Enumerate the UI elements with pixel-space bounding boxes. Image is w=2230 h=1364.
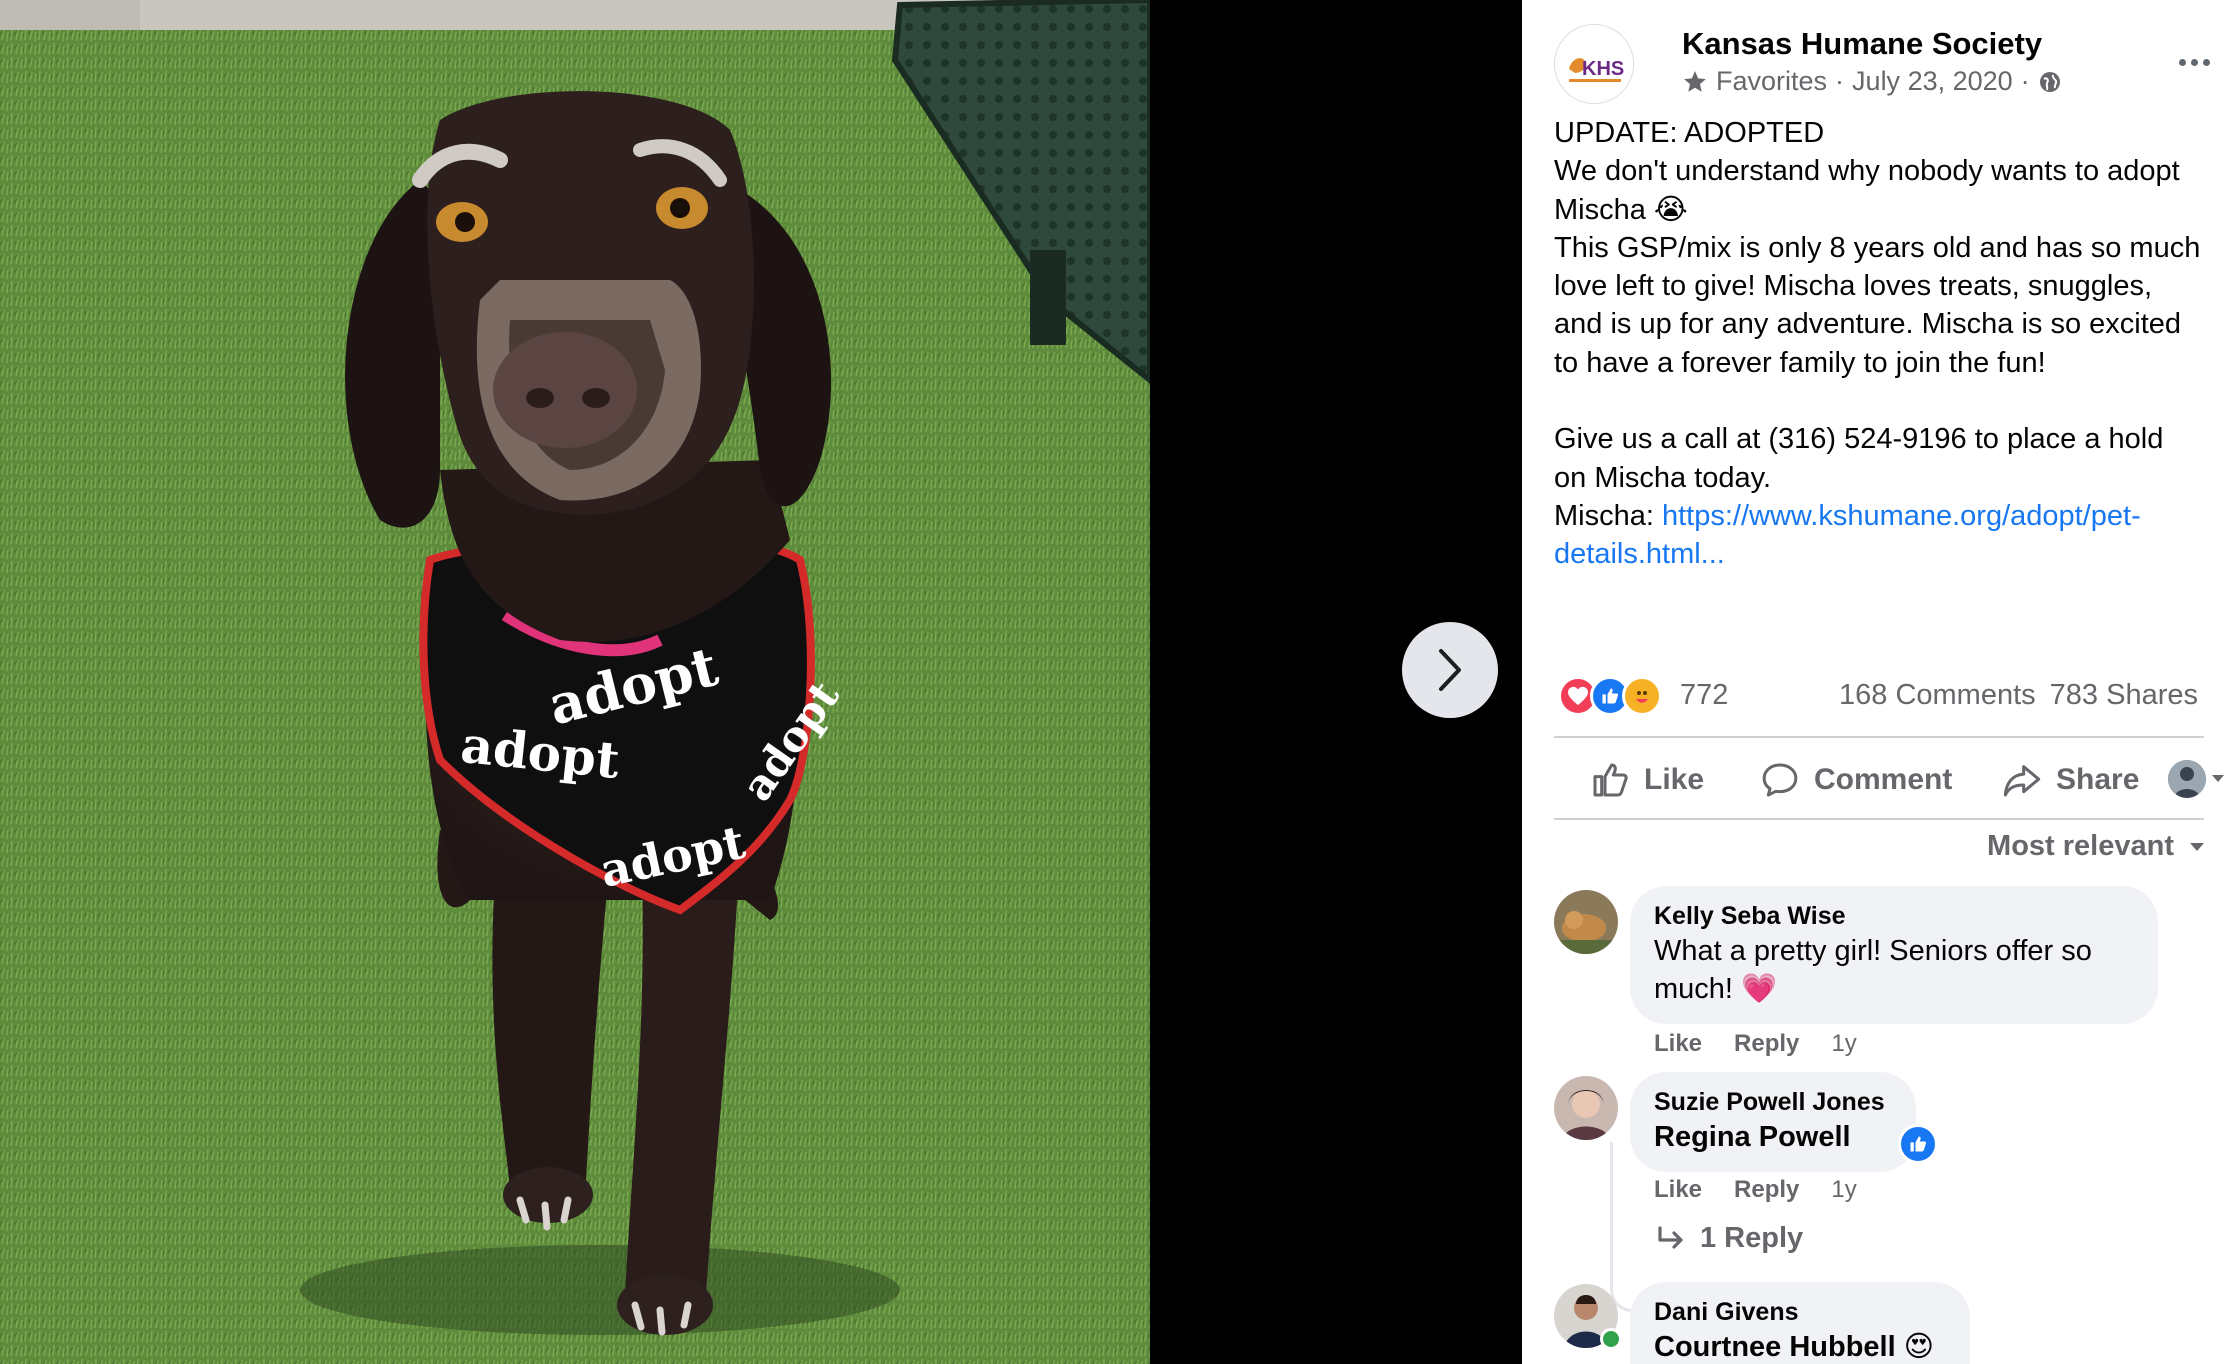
comment-button[interactable]: Comment xyxy=(1760,760,1952,800)
khs-logo-icon: KHS xyxy=(1556,26,1633,103)
caret-down-icon xyxy=(2212,775,2224,782)
reaction-icons[interactable] xyxy=(1558,676,1662,716)
comments-count[interactable]: 168 Comments xyxy=(1839,679,2036,712)
like-reaction-badge[interactable] xyxy=(1898,1124,1938,1164)
thumbs-up-icon xyxy=(1593,763,1628,797)
link-prefix: Mischa: xyxy=(1554,499,1662,532)
comment-reply-button[interactable]: Reply xyxy=(1734,1176,1799,1204)
dog-photo-illustration: adopt adopt adopt adopt xyxy=(0,0,1150,1364)
commenter-name[interactable]: Dani Givens xyxy=(1654,1296,1946,1328)
post-line: Mischa: https://www.kshumane.org/adopt/p… xyxy=(1554,497,2202,574)
comment-icon xyxy=(1762,763,1798,797)
chevron-right-icon xyxy=(1439,649,1461,691)
post-panel: KHS Kansas Humane Society Favorites · Ju… xyxy=(1522,0,2230,1364)
commenter-name[interactable]: Kelly Seba Wise xyxy=(1654,900,2134,932)
share-label: Share xyxy=(2056,763,2140,796)
avatar[interactable] xyxy=(1554,1076,1618,1140)
comment-reply-button[interactable]: Reply xyxy=(1734,1030,1799,1058)
page-avatar[interactable]: KHS xyxy=(1554,24,1634,104)
thumbs-up-icon xyxy=(1910,1136,1927,1152)
comment-time[interactable]: 1y xyxy=(1831,1176,1856,1204)
comment-item: Suzie Powell Jones Regina Powell Like Re… xyxy=(1554,1072,2214,1312)
reaction-count[interactable]: 772 xyxy=(1680,679,1728,712)
care-reaction-icon xyxy=(1622,676,1662,716)
more-options-icon[interactable] xyxy=(2174,42,2214,82)
comment-text[interactable]: Regina Powell xyxy=(1654,1118,1892,1156)
comment-actions: Like Reply 1y xyxy=(1654,1030,1857,1058)
page-name[interactable]: Kansas Humane Society xyxy=(1682,26,2042,62)
post-line: Give us a call at (316) 524-9196 to plac… xyxy=(1554,423,2164,494)
share-icon xyxy=(2003,765,2041,797)
post-date[interactable]: July 23, 2020 xyxy=(1852,66,2013,97)
replies-label: 1 Reply xyxy=(1700,1222,1804,1254)
commenter-name[interactable]: Suzie Powell Jones xyxy=(1654,1086,1892,1118)
post-meta: Favorites · July 23, 2020 · xyxy=(1682,66,2062,97)
sort-label: Most relevant xyxy=(1987,830,2174,862)
view-replies-button[interactable]: 1 Reply xyxy=(1656,1222,1803,1255)
next-photo-button[interactable] xyxy=(1402,622,1498,718)
comment-like-button[interactable]: Like xyxy=(1654,1030,1702,1058)
comment-item: Dani Givens Courtnee Hubbell 😍 xyxy=(1554,1282,2214,1364)
reactions-summary: 772 168 Comments 783 Shares xyxy=(1558,672,2198,720)
comment-like-button[interactable]: Like xyxy=(1654,1176,1702,1204)
shares-count[interactable]: 783 Shares xyxy=(2050,679,2198,712)
caret-down-icon xyxy=(2190,842,2204,851)
online-status-dot xyxy=(1600,1328,1622,1350)
comment-text[interactable]: Courtnee Hubbell 😍 xyxy=(1654,1328,1946,1364)
dog-photo[interactable]: adopt adopt adopt adopt xyxy=(0,0,1150,1364)
post-header: KHS Kansas Humane Society Favorites · Ju… xyxy=(1554,24,2214,104)
comment-label: Comment xyxy=(1814,763,1953,796)
post-line: This GSP/mix is only 8 years old and has… xyxy=(1554,231,2201,379)
post-actions: Like Comment Share xyxy=(1554,748,2230,812)
comment-actions: Like Reply 1y xyxy=(1654,1176,1857,1204)
favorites-label: Favorites xyxy=(1716,66,1828,96)
divider xyxy=(1554,818,2204,820)
meta-separator: · xyxy=(2020,66,2030,96)
like-button[interactable]: Like xyxy=(1590,760,1704,800)
photo-viewer: adopt adopt adopt adopt xyxy=(0,0,1522,1364)
star-icon xyxy=(1684,70,1706,92)
comment-bubble: Kelly Seba Wise What a pretty girl! Seni… xyxy=(1630,886,2158,1024)
comment-bubble: Suzie Powell Jones Regina Powell xyxy=(1630,1072,1916,1172)
identity-chooser[interactable] xyxy=(2168,760,2226,798)
share-button[interactable]: Share xyxy=(2002,760,2139,800)
comment-time[interactable]: 1y xyxy=(1831,1030,1856,1058)
comment-sort[interactable]: Most relevant xyxy=(1987,830,2206,863)
post-line: UPDATE: ADOPTED xyxy=(1554,117,1825,149)
reply-arrow-icon xyxy=(1658,1225,1683,1249)
comment-item: Kelly Seba Wise What a pretty girl! Seni… xyxy=(1554,886,2214,1066)
comment-bubble: Dani Givens Courtnee Hubbell 😍 xyxy=(1630,1282,1970,1364)
meta-separator: · xyxy=(1835,66,1845,96)
comment-text: What a pretty girl! Seniors offer so muc… xyxy=(1654,935,2092,1005)
divider xyxy=(1554,736,2204,738)
post-text: UPDATE: ADOPTED We don't understand why … xyxy=(1554,114,2202,574)
globe-icon xyxy=(2039,71,2060,92)
like-label: Like xyxy=(1644,763,1705,796)
engagement-counts: 168 Comments 783 Shares xyxy=(1839,679,2198,712)
post-line: We don't understand why nobody wants to … xyxy=(1554,155,2180,226)
avatar[interactable] xyxy=(1554,890,1618,954)
user-avatar xyxy=(2168,760,2206,798)
logo-text: KHS xyxy=(1582,58,1624,80)
